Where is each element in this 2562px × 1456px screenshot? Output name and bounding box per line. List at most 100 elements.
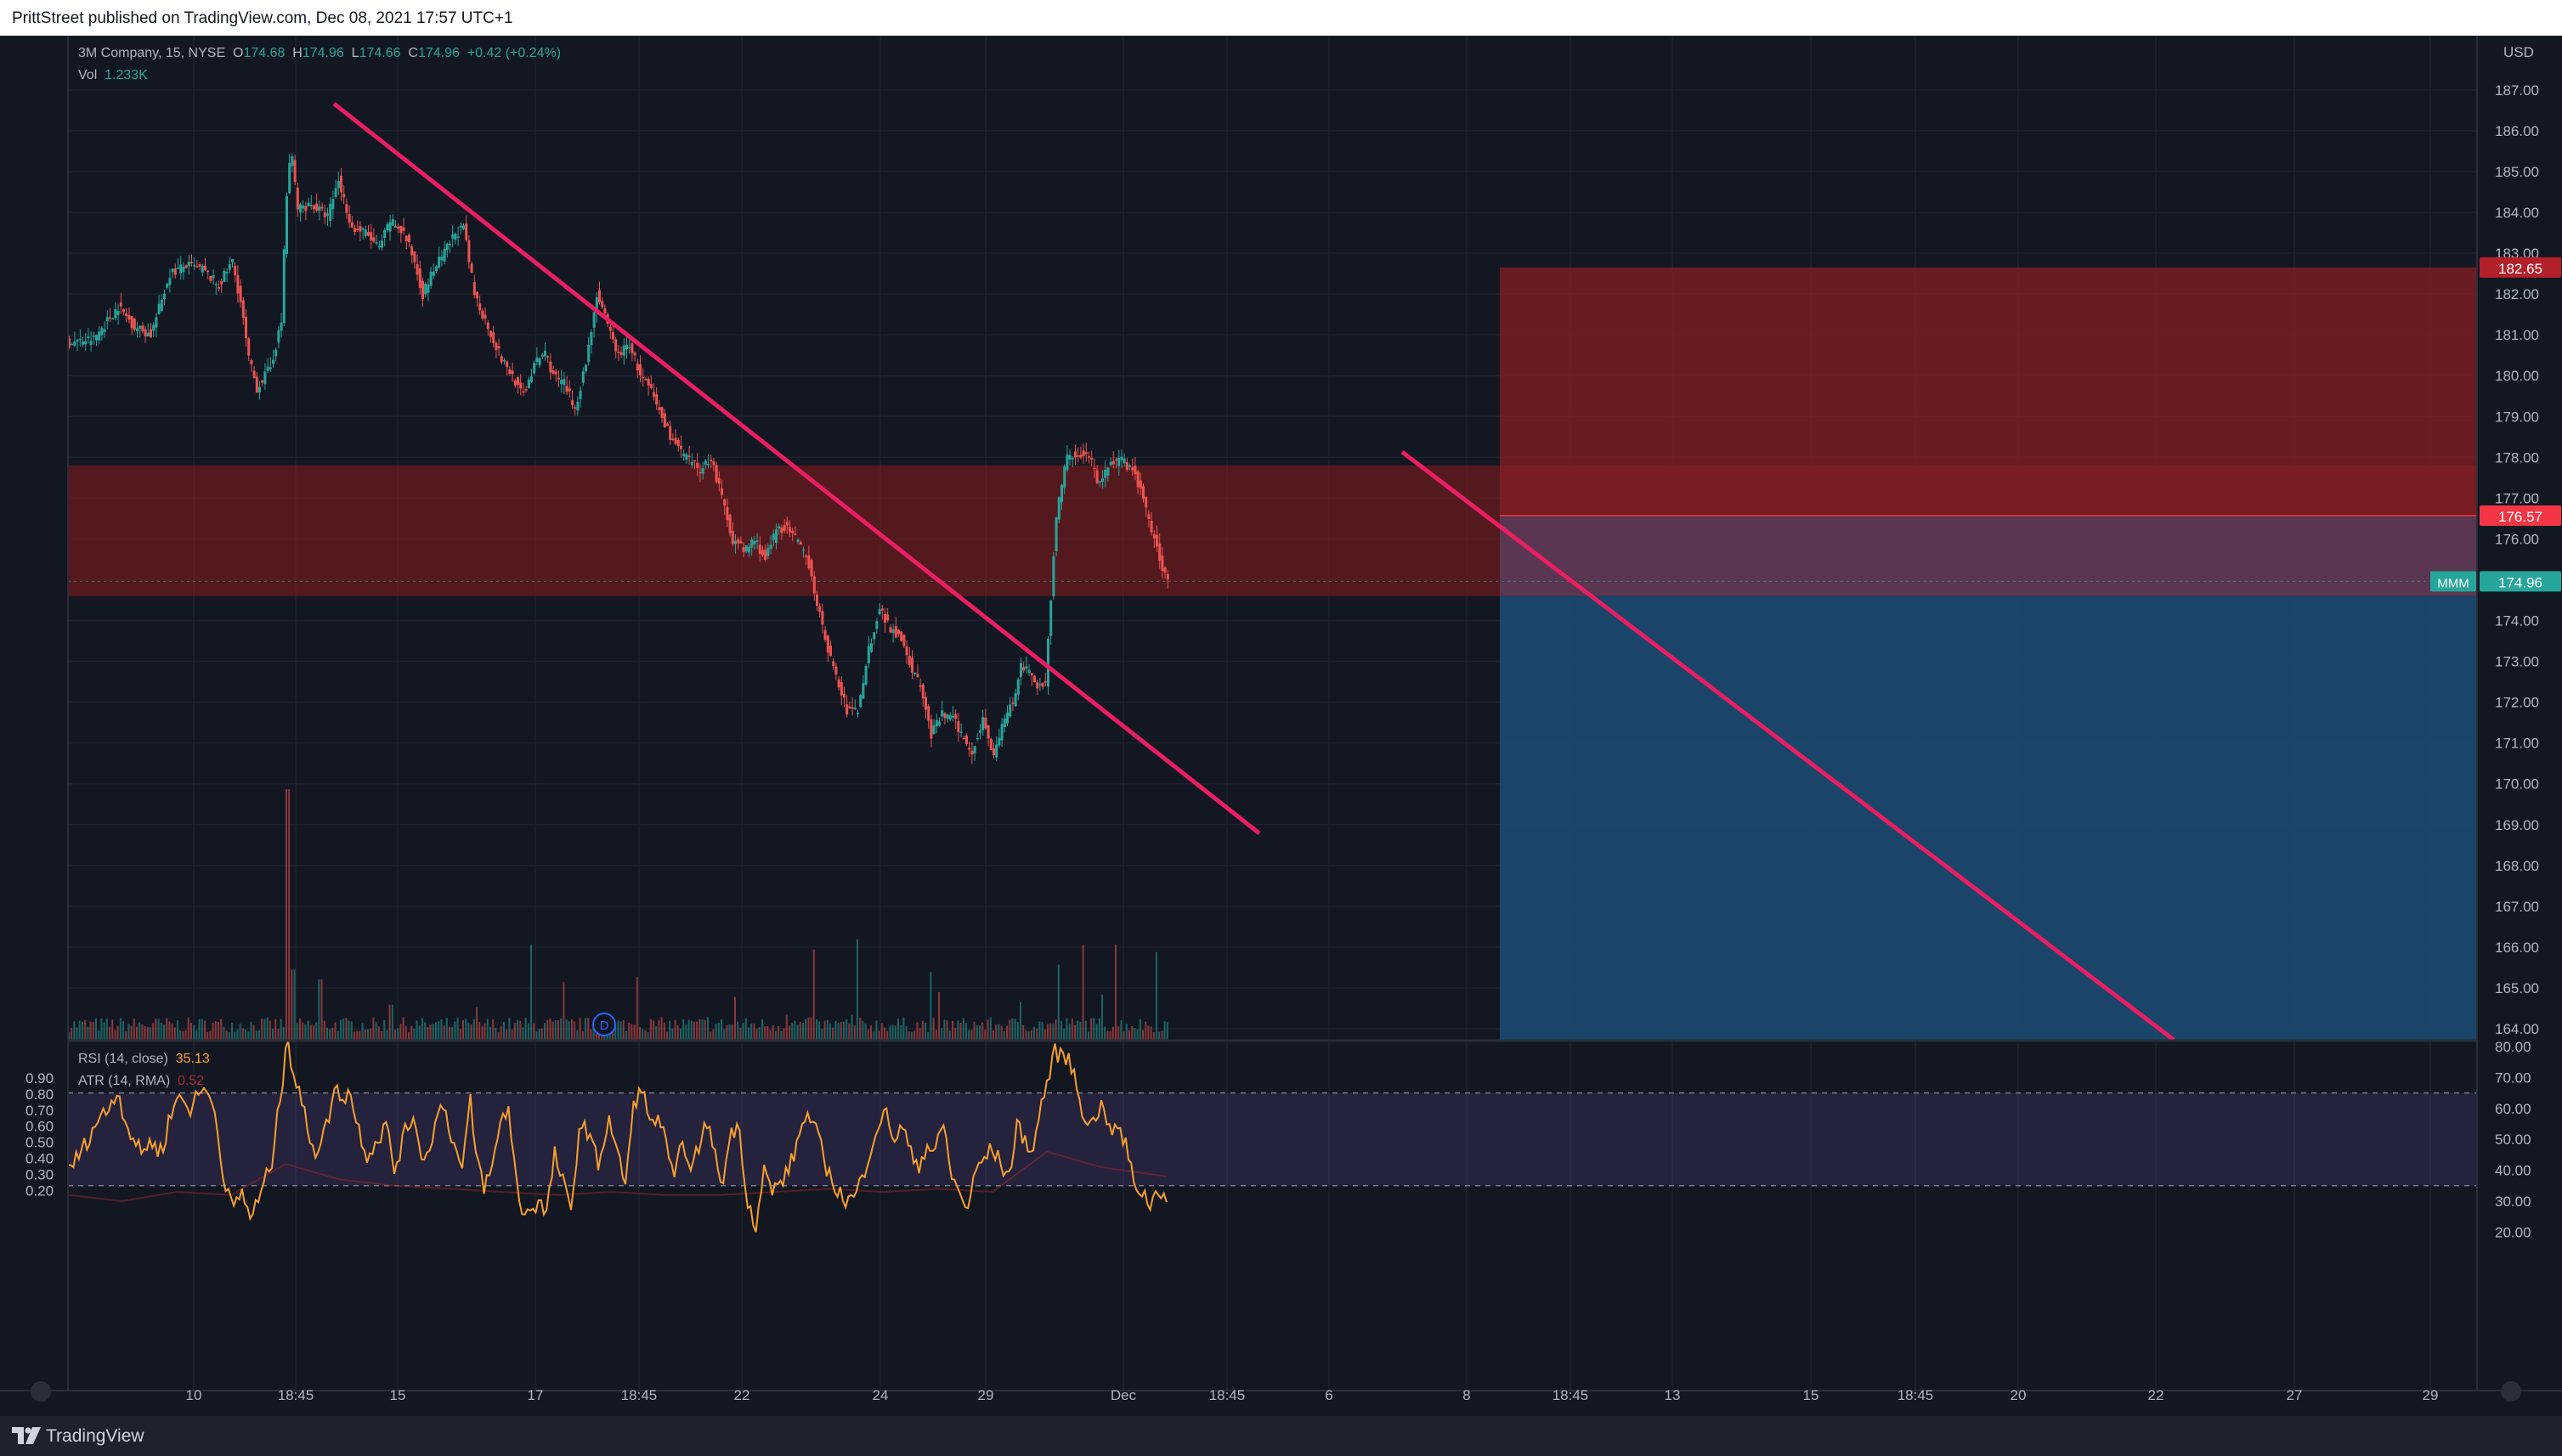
- volume-bar: [1000, 1025, 1003, 1040]
- candle-body: [329, 203, 332, 221]
- volume-bar: [381, 1031, 382, 1040]
- volume-bar: [418, 1025, 421, 1040]
- candle-body: [628, 347, 631, 348]
- candle-body: [805, 556, 808, 557]
- candle-body: [952, 715, 954, 718]
- dividend-marker-label: D: [600, 1019, 609, 1033]
- volume-bar: [421, 1018, 423, 1040]
- volume-bar: [1052, 1024, 1055, 1040]
- candle-body: [1014, 692, 1017, 707]
- volume-bar: [187, 1017, 189, 1040]
- volume-bar: [522, 1027, 524, 1040]
- volume-bar: [1074, 1024, 1076, 1040]
- volume-bar: [878, 1030, 880, 1040]
- volume-bar: [410, 1025, 413, 1040]
- price-tick-label: 172.00: [2495, 695, 2539, 711]
- candle-body: [551, 370, 555, 374]
- volume-bar: [1098, 1018, 1100, 1040]
- volume-bar: [209, 1030, 212, 1040]
- candle-body: [127, 314, 131, 320]
- volume-bar: [622, 1019, 625, 1040]
- volume-bar: [655, 1026, 658, 1040]
- candle-body: [1120, 456, 1123, 460]
- candle-body: [443, 248, 446, 262]
- candle-body: [715, 465, 718, 483]
- candle-body: [930, 719, 933, 739]
- volume-bar: [252, 1024, 255, 1040]
- candle-body: [247, 338, 251, 356]
- volume-bar: [764, 1026, 766, 1040]
- candle-body: [111, 318, 115, 320]
- candle-body: [579, 390, 582, 399]
- candle-body: [231, 258, 234, 262]
- volume-bar: [388, 1004, 391, 1040]
- candle-body: [258, 387, 261, 393]
- change-value: +0.42 (+0.24%): [467, 46, 562, 60]
- candle-body: [293, 160, 297, 183]
- candle-body: [799, 542, 802, 545]
- volume-bar: [438, 1021, 440, 1040]
- time-tick-label: Dec: [1111, 1387, 1137, 1403]
- candle-body: [133, 318, 136, 330]
- volume-bar: [315, 1022, 318, 1040]
- candle-body: [921, 684, 925, 699]
- rsi-tick-label: 20.00: [2495, 1224, 2531, 1240]
- volume-bar: [948, 1030, 951, 1040]
- candle-body: [818, 606, 822, 612]
- volume-bar: [1136, 1029, 1139, 1040]
- price-tick-label: 167.00: [2495, 899, 2539, 915]
- volume-bar: [631, 1024, 633, 1040]
- volume-bar: [649, 1019, 652, 1040]
- candle-body: [631, 343, 634, 353]
- volume-bar: [1027, 1031, 1030, 1040]
- candle-body: [353, 228, 356, 232]
- candle-body: [449, 243, 451, 245]
- volume-bar: [364, 1029, 366, 1040]
- volume-bar: [150, 1027, 151, 1040]
- volume-bar: [114, 1030, 116, 1040]
- candle-body: [857, 712, 859, 714]
- candle-body: [116, 311, 120, 315]
- volume-bar: [913, 1030, 916, 1040]
- volume-bar: [130, 1025, 133, 1040]
- volume-bar: [345, 1018, 348, 1040]
- candle-body: [791, 530, 795, 533]
- candle-body: [698, 471, 702, 474]
- candle-body: [649, 384, 653, 388]
- volume-bar: [524, 1018, 527, 1040]
- candle-body: [309, 205, 313, 206]
- candle-body: [884, 613, 886, 624]
- price-chart[interactable]: 187.00186.00185.00184.00183.00182.00181.…: [0, 36, 2562, 1416]
- volume-bar: [568, 1021, 570, 1040]
- candle-body: [710, 460, 713, 462]
- volume-bar: [511, 1030, 513, 1040]
- price-tick-label: 173.00: [2495, 654, 2539, 670]
- candle-body: [1115, 459, 1117, 461]
- candle-body: [660, 407, 664, 419]
- volume-bar: [1049, 1023, 1052, 1040]
- candle-body: [280, 322, 283, 331]
- candle-body: [1060, 484, 1063, 503]
- volume-bar: [644, 1030, 647, 1040]
- low-label: L: [351, 46, 359, 60]
- candle-body: [851, 707, 854, 709]
- volume-bar: [810, 1017, 812, 1040]
- volume-bar: [76, 1027, 78, 1040]
- candle-body: [563, 379, 566, 386]
- candle-body: [402, 227, 405, 231]
- candle-body: [826, 635, 829, 653]
- candle-body: [150, 329, 152, 338]
- volume-bar: [544, 1023, 546, 1040]
- volume-bar: [563, 982, 565, 1040]
- volume-bar: [905, 1025, 908, 1040]
- entry-zone: [1500, 516, 2477, 596]
- volume-bar: [375, 1022, 377, 1040]
- candle-body: [84, 341, 88, 345]
- candle-body: [557, 377, 560, 380]
- rsi-tick-label: 50.00: [2495, 1132, 2531, 1148]
- candle-body: [1020, 663, 1022, 677]
- volume-bar: [394, 1030, 396, 1040]
- candle-body: [587, 344, 591, 363]
- candle-body: [671, 438, 675, 441]
- volume-bar: [873, 1031, 875, 1040]
